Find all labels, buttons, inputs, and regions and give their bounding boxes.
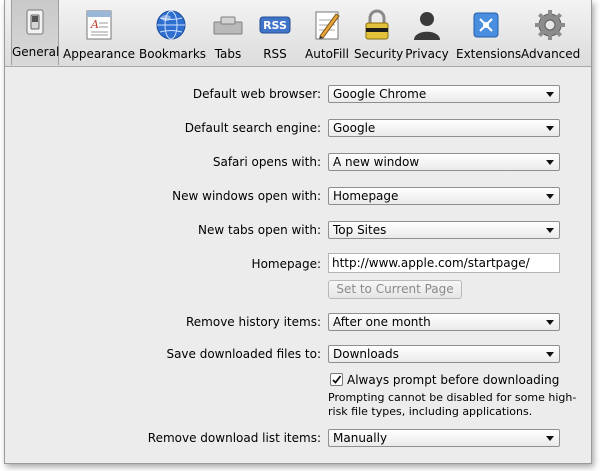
tab-bookmarks[interactable]: Bookmarks [139, 2, 207, 64]
tab-appearance[interactable]: A Appearance [63, 2, 135, 64]
remove-download-list-label: Remove download list items: [147, 431, 321, 445]
tab-advanced[interactable]: Advanced [521, 2, 581, 64]
tab-autofill[interactable]: AutoFill [302, 2, 352, 64]
always-prompt-checkbox[interactable] [330, 373, 343, 386]
always-prompt-label: Always prompt before downloading [347, 373, 560, 387]
prompt-note-line1: Prompting cannot be disabled for some hi… [328, 391, 577, 404]
tab-rss-label: RSS [263, 47, 287, 61]
tab-appearance-label: Appearance [63, 47, 136, 61]
chevron-down-icon [546, 352, 554, 357]
tab-extensions-label: Extensions [456, 47, 522, 61]
remove-download-list-select[interactable]: Manually [328, 429, 560, 447]
new-tabs-value: Top Sites [333, 223, 387, 237]
padlock-icon [365, 9, 389, 40]
tab-rss[interactable]: RSS RSS [255, 2, 295, 64]
save-downloads-label: Save downloaded files to: [166, 347, 321, 361]
light-switch-icon [26, 9, 44, 35]
preferences-window: General A Appearance Bookmarks Tabs RSS … [4, 0, 592, 464]
chevron-down-icon [546, 320, 554, 325]
remove-download-list-value: Manually [333, 431, 388, 445]
save-downloads-value: Downloads [333, 347, 399, 361]
chevron-down-icon [546, 92, 554, 97]
homepage-label: Homepage: [251, 257, 321, 271]
tab-advanced-label: Advanced [521, 47, 581, 61]
new-tabs-select[interactable]: Top Sites [328, 221, 560, 239]
safari-opens-label: Safari opens with: [212, 155, 321, 169]
person-silhouette-icon [414, 12, 440, 40]
chevron-down-icon [546, 436, 554, 441]
rss-badge-text: RSS [263, 19, 287, 32]
chevron-down-icon [546, 194, 554, 199]
tab-security-label: Security [354, 47, 404, 61]
tab-general[interactable]: General [11, 0, 59, 65]
default-browser-select[interactable]: Google Chrome [328, 85, 560, 103]
gear-icon [535, 10, 565, 40]
tab-privacy[interactable]: Privacy [404, 2, 450, 64]
pencil-form-icon [315, 11, 340, 40]
tab-autofill-label: AutoFill [305, 47, 349, 61]
new-windows-label: New windows open with: [172, 189, 321, 203]
chevron-down-icon [546, 228, 554, 233]
new-windows-value: Homepage [333, 189, 399, 203]
new-tabs-label: New tabs open with: [198, 223, 321, 237]
search-engine-label: Default search engine: [184, 121, 321, 135]
tab-extensions[interactable]: Extensions [456, 2, 522, 64]
safari-opens-value: A new window [333, 155, 420, 169]
appearance-document-icon: A [86, 10, 112, 40]
tab-tabs[interactable]: Tabs [208, 2, 248, 64]
default-browser-value: Google Chrome [333, 87, 427, 101]
chevron-down-icon [546, 160, 554, 165]
rss-icon: RSS [259, 16, 291, 34]
tab-tabs-label: Tabs [214, 47, 242, 61]
tab-general-label: General [12, 45, 60, 59]
puzzle-icon [473, 12, 499, 38]
tab-bookmarks-label: Bookmarks [139, 47, 207, 61]
homepage-value: http://www.apple.com/startpage/ [332, 256, 530, 270]
svg-text:A: A [90, 18, 99, 31]
remove-history-label: Remove history items: [185, 315, 321, 329]
set-to-current-page-button[interactable]: Set to Current Page [328, 280, 462, 299]
search-engine-value: Google [333, 121, 376, 135]
safari-opens-select[interactable]: A new window [328, 153, 560, 171]
prompt-note-line2: risk file types, including applications. [328, 405, 533, 418]
globe-icon [156, 10, 186, 40]
new-windows-select[interactable]: Homepage [328, 187, 560, 205]
tab-privacy-label: Privacy [405, 47, 449, 61]
default-browser-label: Default web browser: [192, 87, 321, 101]
save-downloads-select[interactable]: Downloads [328, 345, 560, 363]
search-engine-select[interactable]: Google [328, 119, 560, 137]
checkmark-icon [332, 375, 342, 384]
homepage-field[interactable]: http://www.apple.com/startpage/ [328, 253, 560, 273]
chevron-down-icon [546, 126, 554, 131]
tabs-icon [213, 16, 243, 35]
preferences-toolbar: General A Appearance Bookmarks Tabs RSS … [5, 0, 591, 67]
remove-history-value: After one month [333, 315, 431, 329]
tab-security[interactable]: Security [354, 2, 404, 64]
remove-history-select[interactable]: After one month [328, 313, 560, 331]
